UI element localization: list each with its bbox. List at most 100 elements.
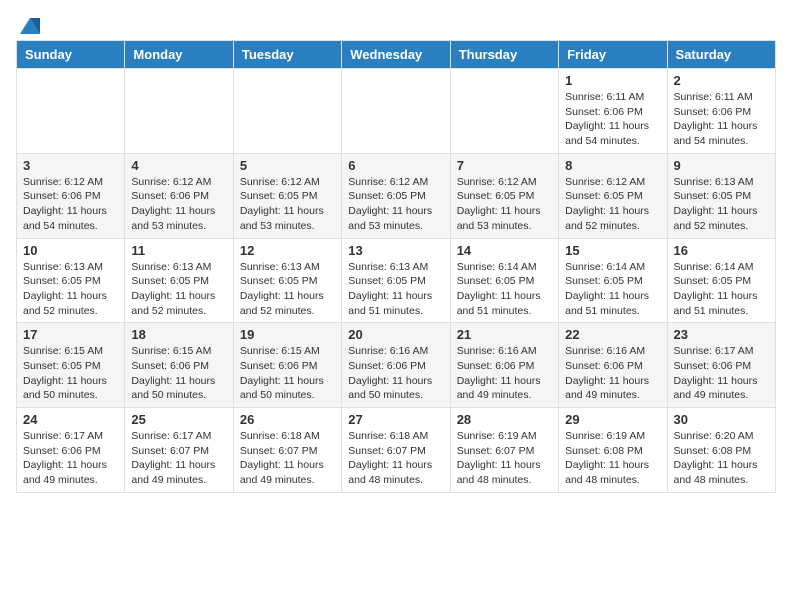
calendar-cell: 3 Sunrise: 6:12 AM Sunset: 6:06 PM Daylig… bbox=[17, 153, 125, 238]
day-info: Sunrise: 6:14 AM Sunset: 6:05 PM Dayligh… bbox=[457, 260, 552, 319]
calendar-cell: 21 Sunrise: 6:16 AM Sunset: 6:06 PM Dayli… bbox=[450, 323, 558, 408]
day-info: Sunrise: 6:15 AM Sunset: 6:06 PM Dayligh… bbox=[240, 344, 335, 403]
day-info: Sunrise: 6:13 AM Sunset: 6:05 PM Dayligh… bbox=[348, 260, 443, 319]
day-info: Sunrise: 6:13 AM Sunset: 6:05 PM Dayligh… bbox=[240, 260, 335, 319]
day-number: 27 bbox=[348, 412, 443, 427]
page-header bbox=[16, 16, 776, 32]
calendar-cell: 10 Sunrise: 6:13 AM Sunset: 6:05 PM Dayli… bbox=[17, 238, 125, 323]
day-number: 9 bbox=[674, 158, 769, 173]
logo bbox=[16, 16, 42, 32]
day-info: Sunrise: 6:17 AM Sunset: 6:06 PM Dayligh… bbox=[674, 344, 769, 403]
day-number: 15 bbox=[565, 243, 660, 258]
calendar-cell: 17 Sunrise: 6:15 AM Sunset: 6:05 PM Dayli… bbox=[17, 323, 125, 408]
calendar-cell: 24Sunrise: 6:17 AM Sunset: 6:06 PM Dayli… bbox=[17, 408, 125, 493]
calendar-cell: 8Sunrise: 6:12 AM Sunset: 6:05 PM Daylig… bbox=[559, 153, 667, 238]
day-number: 2 bbox=[674, 73, 769, 88]
day-number: 21 bbox=[457, 327, 552, 342]
day-info: Sunrise: 6:15 AM Sunset: 6:05 PM Dayligh… bbox=[23, 344, 118, 403]
day-info: Sunrise: 6:12 AM Sunset: 6:05 PM Dayligh… bbox=[240, 175, 335, 234]
day-number: 16 bbox=[674, 243, 769, 258]
calendar-cell: 7 Sunrise: 6:12 AM Sunset: 6:05 PM Daylig… bbox=[450, 153, 558, 238]
calendar-cell: 9 Sunrise: 6:13 AM Sunset: 6:05 PM Daylig… bbox=[667, 153, 775, 238]
day-info: Sunrise: 6:13 AM Sunset: 6:05 PM Dayligh… bbox=[23, 260, 118, 319]
day-number: 1 bbox=[565, 73, 660, 88]
calendar-cell: 13 Sunrise: 6:13 AM Sunset: 6:05 PM Dayli… bbox=[342, 238, 450, 323]
calendar-cell bbox=[342, 69, 450, 154]
day-number: 19 bbox=[240, 327, 335, 342]
day-info: Sunrise: 6:12 AM Sunset: 6:05 PM Dayligh… bbox=[348, 175, 443, 234]
day-number: 20 bbox=[348, 327, 443, 342]
calendar-week-row: 17 Sunrise: 6:15 AM Sunset: 6:05 PM Dayli… bbox=[17, 323, 776, 408]
calendar-cell: 12 Sunrise: 6:13 AM Sunset: 6:05 PM Dayli… bbox=[233, 238, 341, 323]
calendar-cell: 1 Sunrise: 6:11 AM Sunset: 6:06 PM Daylig… bbox=[559, 69, 667, 154]
day-info: Sunrise: 6:18 AM Sunset: 6:07 PM Dayligh… bbox=[348, 429, 443, 488]
day-info: Sunrise: 6:12 AM Sunset: 6:05 PM Dayligh… bbox=[457, 175, 552, 234]
day-of-week-header: Wednesday bbox=[342, 41, 450, 69]
calendar-cell: 6Sunrise: 6:12 AM Sunset: 6:05 PM Daylig… bbox=[342, 153, 450, 238]
calendar-header-row: SundayMondayTuesdayWednesdayThursdayFrid… bbox=[17, 41, 776, 69]
day-info: Sunrise: 6:16 AM Sunset: 6:06 PM Dayligh… bbox=[348, 344, 443, 403]
calendar-cell: 4 Sunrise: 6:12 AM Sunset: 6:06 PM Daylig… bbox=[125, 153, 233, 238]
day-number: 30 bbox=[674, 412, 769, 427]
calendar-cell: 22 Sunrise: 6:16 AM Sunset: 6:06 PM Dayli… bbox=[559, 323, 667, 408]
calendar-cell: 19 Sunrise: 6:15 AM Sunset: 6:06 PM Dayli… bbox=[233, 323, 341, 408]
calendar-cell: 30 Sunrise: 6:20 AM Sunset: 6:08 PM Dayli… bbox=[667, 408, 775, 493]
day-info: Sunrise: 6:15 AM Sunset: 6:06 PM Dayligh… bbox=[131, 344, 226, 403]
calendar-cell: 18 Sunrise: 6:15 AM Sunset: 6:06 PM Dayli… bbox=[125, 323, 233, 408]
calendar-cell: 5 Sunrise: 6:12 AM Sunset: 6:05 PM Daylig… bbox=[233, 153, 341, 238]
day-info: Sunrise: 6:13 AM Sunset: 6:05 PM Dayligh… bbox=[674, 175, 769, 234]
day-info: Sunrise: 6:11 AM Sunset: 6:06 PM Dayligh… bbox=[565, 90, 660, 149]
day-info: Sunrise: 6:19 AM Sunset: 6:08 PM Dayligh… bbox=[565, 429, 660, 488]
day-info: Sunrise: 6:14 AM Sunset: 6:05 PM Dayligh… bbox=[565, 260, 660, 319]
day-number: 3 bbox=[23, 158, 118, 173]
day-number: 4 bbox=[131, 158, 226, 173]
calendar-cell: 27 Sunrise: 6:18 AM Sunset: 6:07 PM Dayli… bbox=[342, 408, 450, 493]
calendar-cell: 15 Sunrise: 6:14 AM Sunset: 6:05 PM Dayli… bbox=[559, 238, 667, 323]
day-number: 28 bbox=[457, 412, 552, 427]
calendar-cell: 26Sunrise: 6:18 AM Sunset: 6:07 PM Dayli… bbox=[233, 408, 341, 493]
day-info: Sunrise: 6:13 AM Sunset: 6:05 PM Dayligh… bbox=[131, 260, 226, 319]
day-info: Sunrise: 6:16 AM Sunset: 6:06 PM Dayligh… bbox=[457, 344, 552, 403]
day-info: Sunrise: 6:16 AM Sunset: 6:06 PM Dayligh… bbox=[565, 344, 660, 403]
calendar-week-row: 24Sunrise: 6:17 AM Sunset: 6:06 PM Dayli… bbox=[17, 408, 776, 493]
day-number: 26 bbox=[240, 412, 335, 427]
calendar-cell: 14 Sunrise: 6:14 AM Sunset: 6:05 PM Dayli… bbox=[450, 238, 558, 323]
calendar-cell: 28Sunrise: 6:19 AM Sunset: 6:07 PM Dayli… bbox=[450, 408, 558, 493]
calendar-cell bbox=[125, 69, 233, 154]
calendar-cell: 23 Sunrise: 6:17 AM Sunset: 6:06 PM Dayli… bbox=[667, 323, 775, 408]
day-number: 18 bbox=[131, 327, 226, 342]
day-number: 29 bbox=[565, 412, 660, 427]
calendar-cell: 20 Sunrise: 6:16 AM Sunset: 6:06 PM Dayli… bbox=[342, 323, 450, 408]
day-number: 11 bbox=[131, 243, 226, 258]
day-number: 10 bbox=[23, 243, 118, 258]
day-number: 14 bbox=[457, 243, 552, 258]
day-info: Sunrise: 6:12 AM Sunset: 6:06 PM Dayligh… bbox=[23, 175, 118, 234]
day-of-week-header: Monday bbox=[125, 41, 233, 69]
day-number: 13 bbox=[348, 243, 443, 258]
day-info: Sunrise: 6:12 AM Sunset: 6:06 PM Dayligh… bbox=[131, 175, 226, 234]
calendar-cell: 29 Sunrise: 6:19 AM Sunset: 6:08 PM Dayli… bbox=[559, 408, 667, 493]
day-info: Sunrise: 6:20 AM Sunset: 6:08 PM Dayligh… bbox=[674, 429, 769, 488]
day-number: 25 bbox=[131, 412, 226, 427]
day-info: Sunrise: 6:17 AM Sunset: 6:06 PM Dayligh… bbox=[23, 429, 118, 488]
day-info: Sunrise: 6:17 AM Sunset: 6:07 PM Dayligh… bbox=[131, 429, 226, 488]
calendar-cell bbox=[233, 69, 341, 154]
day-info: Sunrise: 6:11 AM Sunset: 6:06 PM Dayligh… bbox=[674, 90, 769, 149]
calendar-week-row: 1 Sunrise: 6:11 AM Sunset: 6:06 PM Daylig… bbox=[17, 69, 776, 154]
day-number: 23 bbox=[674, 327, 769, 342]
calendar-cell: 16Sunrise: 6:14 AM Sunset: 6:05 PM Dayli… bbox=[667, 238, 775, 323]
day-number: 5 bbox=[240, 158, 335, 173]
calendar-week-row: 10 Sunrise: 6:13 AM Sunset: 6:05 PM Dayli… bbox=[17, 238, 776, 323]
day-info: Sunrise: 6:12 AM Sunset: 6:05 PM Dayligh… bbox=[565, 175, 660, 234]
day-number: 17 bbox=[23, 327, 118, 342]
calendar-week-row: 3 Sunrise: 6:12 AM Sunset: 6:06 PM Daylig… bbox=[17, 153, 776, 238]
day-of-week-header: Thursday bbox=[450, 41, 558, 69]
day-of-week-header: Sunday bbox=[17, 41, 125, 69]
calendar-cell: 25 Sunrise: 6:17 AM Sunset: 6:07 PM Dayli… bbox=[125, 408, 233, 493]
day-number: 7 bbox=[457, 158, 552, 173]
day-of-week-header: Friday bbox=[559, 41, 667, 69]
calendar-cell bbox=[17, 69, 125, 154]
day-number: 12 bbox=[240, 243, 335, 258]
logo-icon bbox=[18, 16, 42, 36]
day-number: 22 bbox=[565, 327, 660, 342]
